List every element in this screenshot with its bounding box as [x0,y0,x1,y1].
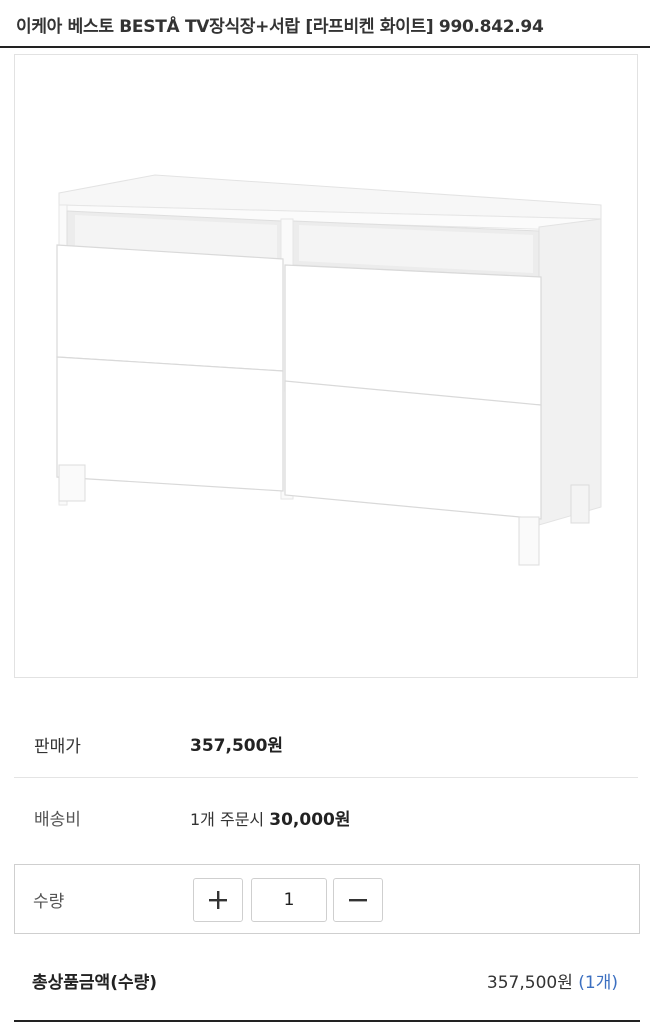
product-detail-page: 이케아 베스토 BESTÅ TV장식장+서랍 [라프비켄 화이트] 990.84… [0,0,650,1024]
total-count: (1개) [578,973,618,993]
shipping-value: 1개 주문시 30,000원 [190,805,351,830]
total-value: 357,500원 (1개) [487,968,618,993]
price-label: 판매가 [34,737,81,757]
shipping-prefix: 1개 주문시 [190,810,265,829]
total-row: 총상품금액(수량) 357,500원 (1개) [14,944,640,1014]
product-title: 이케아 베스토 BESTÅ TV장식장+서랍 [라프비켄 화이트] 990.84… [16,17,544,37]
bottom-divider [14,1020,640,1022]
quantity-label: 수량 [33,892,65,912]
shipping-amount: 30,000원 [269,810,351,830]
total-amount: 357,500원 [486,973,573,993]
total-label: 총상품금액(수량) [32,973,158,993]
price-value: 357,500원 [190,736,284,756]
quantity-decrease-button[interactable] [333,878,383,922]
title-bar: 이케아 베스토 BESTÅ TV장식장+서랍 [라프비켄 화이트] 990.84… [0,0,650,48]
plus-icon [209,891,227,909]
quantity-input[interactable] [251,878,327,922]
quantity-selector: 수량 [14,864,640,934]
product-image[interactable] [14,54,638,678]
tv-bench-illustration [56,174,602,566]
shipping-row: 배송비 1개 주문시 30,000원 [14,779,638,851]
shipping-label: 배송비 [34,810,81,830]
minus-icon [349,899,367,902]
quantity-increase-button[interactable] [193,878,243,922]
price-row: 판매가 357,500원 [14,708,638,778]
